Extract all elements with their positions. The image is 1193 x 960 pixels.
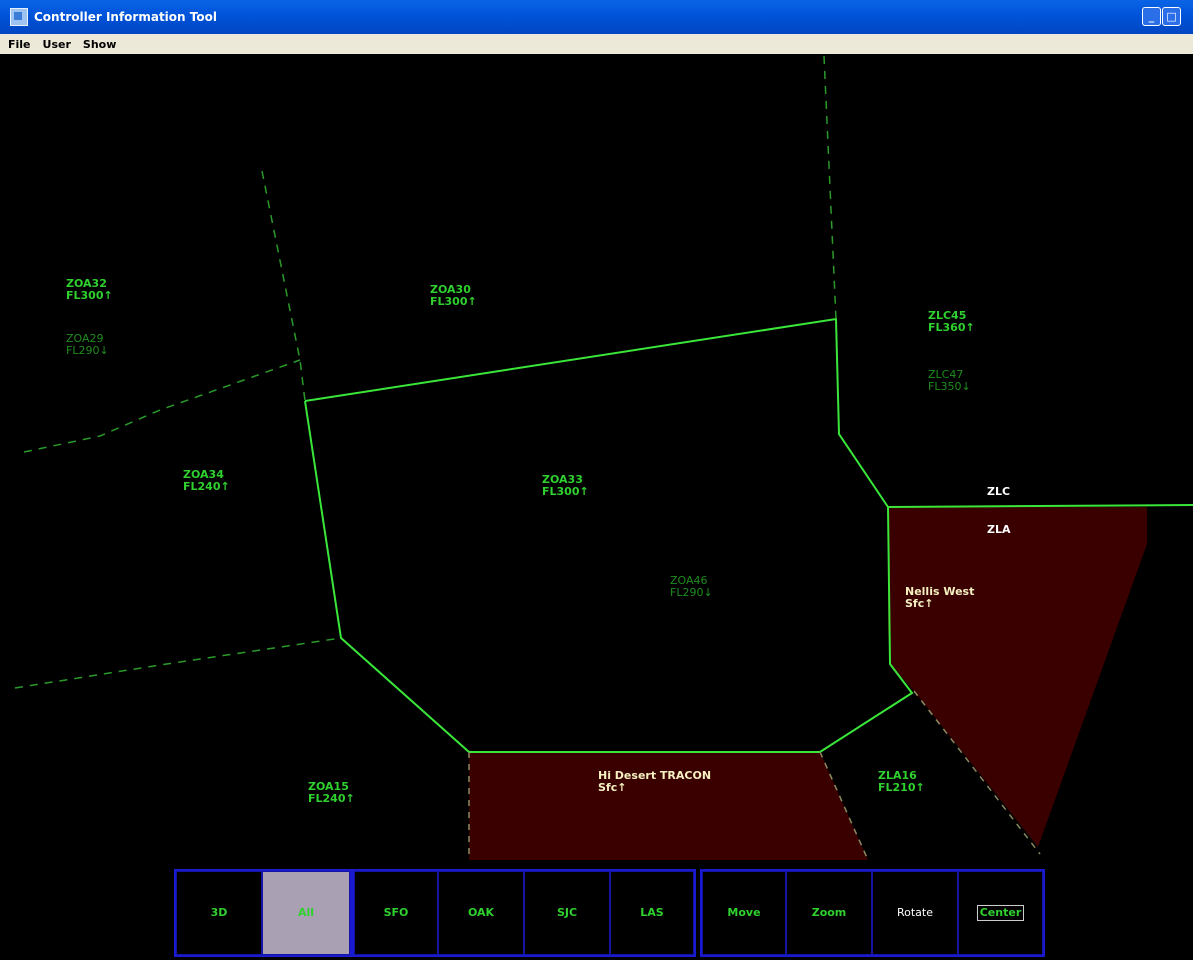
boundary-label-zla: ZLA bbox=[987, 523, 1011, 536]
sfo-button[interactable]: SFO bbox=[354, 871, 438, 955]
sector-altitude: FL290↓ bbox=[670, 586, 713, 599]
sector-label-zoa46[interactable]: ZOA46 FL290↓ bbox=[670, 575, 713, 599]
menu-show[interactable]: Show bbox=[83, 38, 116, 51]
all-button[interactable]: All bbox=[262, 871, 350, 955]
all-button-label: All bbox=[297, 906, 315, 919]
sector-altitude: FL240↑ bbox=[183, 480, 230, 493]
sector-label-hi-desert-tracon[interactable]: Hi Desert TRACON Sfc↑ bbox=[598, 770, 711, 794]
sector-label-zoa30[interactable]: ZOA30 FL300↑ bbox=[430, 284, 477, 308]
las-button[interactable]: LAS bbox=[610, 871, 694, 955]
title-bar: Controller Information Tool _ □ bbox=[0, 0, 1193, 34]
minimize-button[interactable]: _ bbox=[1142, 7, 1161, 26]
sector-altitude: FL210↑ bbox=[878, 781, 925, 794]
maximize-button[interactable]: □ bbox=[1162, 7, 1181, 26]
sector-label-zoa34[interactable]: ZOA34 FL240↑ bbox=[183, 469, 230, 493]
sector-label-zoa15[interactable]: ZOA15 FL240↑ bbox=[308, 781, 355, 805]
sector-altitude: FL360↑ bbox=[928, 321, 975, 334]
sector-label-zoa32[interactable]: ZOA32 FL300↑ bbox=[66, 278, 113, 302]
sector-label-zlc47[interactable]: ZLC47 FL350↓ bbox=[928, 369, 971, 393]
sector-map-canvas[interactable] bbox=[10, 54, 1193, 960]
maximize-icon: □ bbox=[1166, 10, 1177, 23]
boundary-label-zlc: ZLC bbox=[987, 485, 1011, 498]
zoom-button[interactable]: Zoom bbox=[786, 871, 872, 955]
dashed-boundary-southwest bbox=[14, 637, 342, 689]
center-button-label: Center bbox=[976, 905, 1025, 921]
zoa33-boundary bbox=[304, 317, 1193, 509]
airspace-map[interactable]: ZOA32 FL300↑ ZOA29 FL290↓ ZOA30 FL300↑ ZLC4… bbox=[10, 54, 1193, 960]
sector-label-zoa33[interactable]: ZOA33 FL300↑ bbox=[542, 474, 589, 498]
zoa33-west-boundary bbox=[304, 400, 914, 753]
sector-altitude: FL300↑ bbox=[430, 295, 477, 308]
sector-altitude: Sfc↑ bbox=[905, 597, 934, 610]
sector-altitude: FL300↑ bbox=[542, 485, 589, 498]
nellis-west-area bbox=[888, 507, 1147, 847]
sector-altitude: FL240↑ bbox=[308, 792, 355, 805]
center-button[interactable]: Center bbox=[958, 871, 1043, 955]
window-title: Controller Information Tool bbox=[34, 10, 217, 24]
app-icon bbox=[10, 8, 28, 26]
3d-button[interactable]: 3D bbox=[176, 871, 262, 955]
menu-file[interactable]: File bbox=[8, 38, 31, 51]
sector-altitude: FL350↓ bbox=[928, 380, 971, 393]
sector-label-nellis-west[interactable]: Nellis West Sfc↑ bbox=[905, 586, 974, 610]
menu-bar: File User Show bbox=[0, 34, 1193, 54]
sector-altitude: FL290↓ bbox=[66, 344, 109, 357]
dashed-boundary-north bbox=[823, 55, 837, 320]
sjc-button[interactable]: SJC bbox=[524, 871, 610, 955]
minimize-icon: _ bbox=[1148, 10, 1155, 23]
sector-label-zoa29[interactable]: ZOA29 FL290↓ bbox=[66, 333, 109, 357]
menu-user[interactable]: User bbox=[43, 38, 71, 51]
oak-button[interactable]: OAK bbox=[438, 871, 524, 955]
sector-label-zlc45[interactable]: ZLC45 FL360↑ bbox=[928, 310, 975, 334]
rotate-button[interactable]: Rotate bbox=[872, 871, 958, 955]
dashed-boundary-west bbox=[23, 359, 301, 453]
move-button[interactable]: Move bbox=[702, 871, 786, 955]
sector-altitude: FL300↑ bbox=[66, 289, 113, 302]
sector-label-zla16[interactable]: ZLA16 FL210↑ bbox=[878, 770, 925, 794]
sector-altitude: Sfc↑ bbox=[598, 781, 627, 794]
